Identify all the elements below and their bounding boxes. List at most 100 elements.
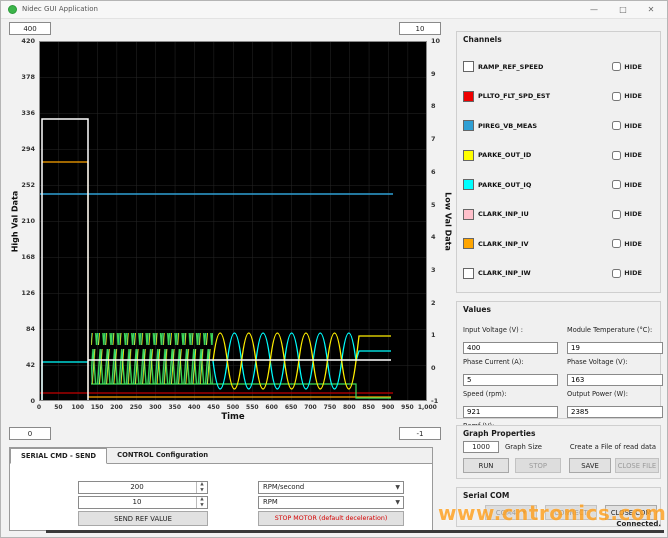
x-axis-ticks: 0 50 100 150 200 250 300 350 400 450 500 550 600 650 7…: [30, 404, 437, 411]
value-field-label: Phase Current (A):: [463, 358, 524, 366]
hide-channel-checkbox[interactable]: [612, 150, 622, 160]
connect-button[interactable]: CONNECT: [545, 505, 597, 520]
minimize-icon[interactable]: —: [583, 3, 605, 17]
value-field: Output Power (W):: [567, 390, 663, 418]
low-axis-max-input[interactable]: [399, 22, 441, 35]
graph-size-input[interactable]: [463, 441, 499, 453]
hide-channel-checkbox[interactable]: [612, 239, 622, 249]
value-field-label: Speed (rpm):: [463, 390, 507, 398]
values-panel: Values Input Voltage (V) : Module Temper…: [456, 301, 663, 450]
value-field-input[interactable]: [463, 342, 558, 354]
axis-tick-label: 800: [342, 404, 356, 411]
graph-properties-title: Graph Properties: [463, 429, 536, 438]
hide-channel-checkbox[interactable]: [612, 268, 622, 278]
speed-unit-value: RPM: [263, 498, 278, 506]
spinner-arrows-icon[interactable]: ▲ ▼: [196, 482, 207, 493]
axis-tick-label: 3: [431, 266, 436, 275]
run-button[interactable]: RUN: [463, 458, 509, 473]
value-field-input[interactable]: [567, 406, 663, 418]
channel-row: PIREG_VB_MEAS HIDE: [463, 120, 654, 132]
ref-value-spinner[interactable]: 200 ▲ ▼: [78, 481, 208, 494]
chevron-down-icon: ▼: [522, 509, 527, 516]
close-icon[interactable]: ✕: [640, 3, 662, 17]
hide-channel-checkbox[interactable]: [612, 209, 622, 219]
axis-tick-label: 350: [168, 404, 181, 411]
axis-tick-label: 600: [265, 404, 278, 411]
hide-channel-checkbox[interactable]: [612, 180, 622, 190]
value-field-input[interactable]: [567, 342, 663, 354]
axis-tick-label: 0: [431, 364, 436, 373]
axis-tick-label: 8: [431, 102, 436, 111]
axis-tick-label: 450: [207, 404, 220, 411]
tab-serial-cmd-send[interactable]: SERIAL CMD - SEND: [10, 448, 108, 464]
axis-tick-label: 2: [431, 298, 436, 307]
hide-label: HIDE: [624, 210, 642, 219]
close-com-button[interactable]: CLOSE COM: [605, 505, 657, 520]
serial-com-title: Serial COM: [463, 491, 510, 500]
app-window: Nidec GUI Application — □ ✕ 420378336294…: [0, 0, 668, 538]
value-field: Speed (rpm):: [463, 390, 558, 418]
axis-tick-label: 150: [90, 404, 104, 411]
channel-name: CLARK_INP_IV: [478, 239, 529, 248]
channel-name: CLARK_INP_IU: [478, 210, 529, 219]
axis-tick-label: 250: [129, 404, 143, 411]
close-file-button[interactable]: CLOSE FILE: [615, 458, 659, 473]
spinner-arrows-icon[interactable]: ▲ ▼: [196, 497, 207, 508]
low-axis-min-input[interactable]: [399, 427, 441, 440]
tab-bar: SERIAL CMD - SEND CONTROL Configuration: [10, 448, 432, 464]
app-icon: [8, 5, 17, 14]
channel-row: RAMP_REF_SPEED HIDE: [463, 61, 654, 73]
value-field: Phase Current (A):: [463, 358, 558, 386]
channel-name: PLLTO_FLT_SPD_EST: [478, 92, 551, 101]
accel-unit-dropdown[interactable]: RPM/second ▼: [258, 481, 404, 494]
com-port-dropdown[interactable]: COM4 ▼: [485, 505, 537, 520]
ref-value2-spinner[interactable]: 10 ▲ ▼: [78, 496, 208, 509]
axis-tick-label: 84: [25, 325, 35, 333]
stop-motor-button[interactable]: STOP MOTOR (default deceleration): [258, 511, 404, 526]
graph-properties-panel: Graph Properties Graph Size Create a Fil…: [456, 425, 661, 479]
channel-color-swatch: [463, 208, 474, 220]
x-axis-title: Time: [221, 412, 245, 422]
value-field-input[interactable]: [463, 374, 558, 386]
channel-name: CLARK_INP_IW: [478, 269, 531, 278]
hide-channel-checkbox[interactable]: [612, 62, 622, 72]
channel-color-swatch: [463, 90, 474, 102]
value-field-input[interactable]: [463, 406, 558, 418]
create-file-label: Create a File of read data: [569, 443, 656, 451]
speed-unit-dropdown[interactable]: RPM ▼: [258, 496, 404, 509]
value-field-input[interactable]: [567, 374, 663, 386]
high-axis-min-input[interactable]: [9, 427, 51, 440]
value-field-label: Input Voltage (V) :: [463, 326, 523, 334]
channel-name: PIREG_VB_MEAS: [478, 121, 538, 130]
stop-button[interactable]: STOP: [515, 458, 561, 473]
maximize-icon[interactable]: □: [612, 3, 634, 17]
chevron-down-icon: ▼: [395, 499, 400, 506]
axis-tick-label: 550: [246, 404, 259, 411]
hide-label: HIDE: [624, 121, 642, 130]
axis-tick-label: 7: [431, 135, 436, 144]
axis-tick-label: 700: [304, 404, 317, 411]
value-field: Input Voltage (V) :: [463, 326, 558, 354]
channel-row: CLARK_INP_IW HIDE: [463, 267, 654, 279]
hide-channel-checkbox[interactable]: [612, 121, 622, 131]
channel-name: PARKE_OUT_ID: [478, 151, 532, 160]
high-axis-max-input[interactable]: [9, 22, 51, 35]
axis-tick-label: 6: [431, 167, 436, 176]
tab-control-configuration[interactable]: CONTROL Configuration: [107, 448, 218, 464]
axis-tick-label: 0: [36, 404, 42, 411]
window-title: Nidec GUI Application: [22, 5, 98, 13]
send-ref-value-button[interactable]: SEND REF VALUE: [78, 511, 208, 526]
values-title: Values: [463, 305, 491, 314]
hide-channel-checkbox[interactable]: [612, 91, 622, 101]
axis-tick-label: 850: [362, 404, 375, 411]
chart-plot-area[interactable]: [39, 41, 427, 401]
hide-label: HIDE: [624, 62, 642, 71]
axis-tick-label: 500: [226, 404, 240, 411]
accel-unit-value: RPM/second: [263, 483, 305, 491]
channel-list: RAMP_REF_SPEED HIDE PLLTO_FLT_SPD_EST HI…: [463, 52, 654, 288]
channel-color-swatch: [463, 179, 474, 191]
axis-tick-label: 900: [381, 404, 395, 411]
channels-panel: Channels RAMP_REF_SPEED HIDE PLLTO_FLT_S…: [456, 31, 661, 293]
save-button[interactable]: SAVE: [569, 458, 611, 473]
axis-tick-label: 10: [431, 37, 441, 45]
